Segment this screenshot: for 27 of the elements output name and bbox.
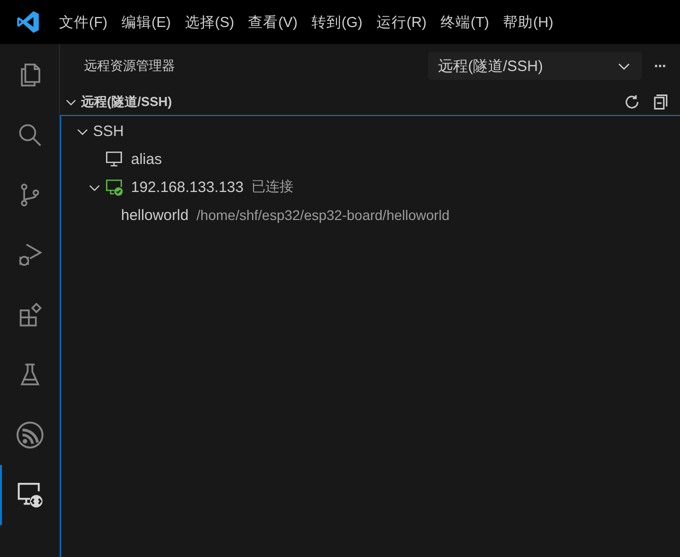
logo-icon [15, 9, 41, 35]
tree-item[interactable]: helloworld /home/shf/esp32/esp32-board/helloworld [61, 201, 680, 229]
signal-icon [14, 420, 44, 450]
menu-item[interactable]: 帮助(H) [496, 12, 560, 32]
menu-item[interactable]: 选择(S) [178, 12, 242, 32]
menu-item[interactable]: 文件(F) [52, 12, 115, 32]
remote-type-dropdown[interactable]: 远程(隧道/SSH) [428, 52, 642, 80]
more-actions-button[interactable]: ··· [648, 58, 672, 74]
menu-item[interactable]: 运行(R) [369, 12, 434, 32]
folder-path: /home/shf/esp32/esp32-board/helloworld [196, 207, 450, 223]
tree-item-label: helloworld [121, 206, 189, 224]
section-title[interactable]: 远程(隧道/SSH) [81, 92, 172, 110]
collapse-all-icon[interactable] [652, 92, 670, 110]
menu-item[interactable]: 查看(V) [241, 12, 305, 32]
menu-item[interactable]: 终端(T) [434, 12, 496, 32]
sidebar-title: 远程资源管理器 [84, 57, 176, 75]
tree-item-label: 192.168.133.133 [131, 178, 244, 196]
tree-item[interactable]: SSH [61, 117, 680, 145]
monitor-icon [105, 150, 123, 168]
tree-item-label: alias [131, 150, 162, 168]
connection-status: 已连接 [252, 178, 294, 196]
tree-item[interactable]: 192.168.133.133 已连接 [61, 173, 680, 201]
tree-item-label: SSH [93, 122, 124, 140]
menu-item[interactable]: 编辑(E) [114, 12, 178, 32]
menu-item[interactable]: 转到(G) [304, 12, 370, 32]
tree-item[interactable]: alias [61, 145, 680, 173]
refresh-icon[interactable] [623, 92, 641, 110]
